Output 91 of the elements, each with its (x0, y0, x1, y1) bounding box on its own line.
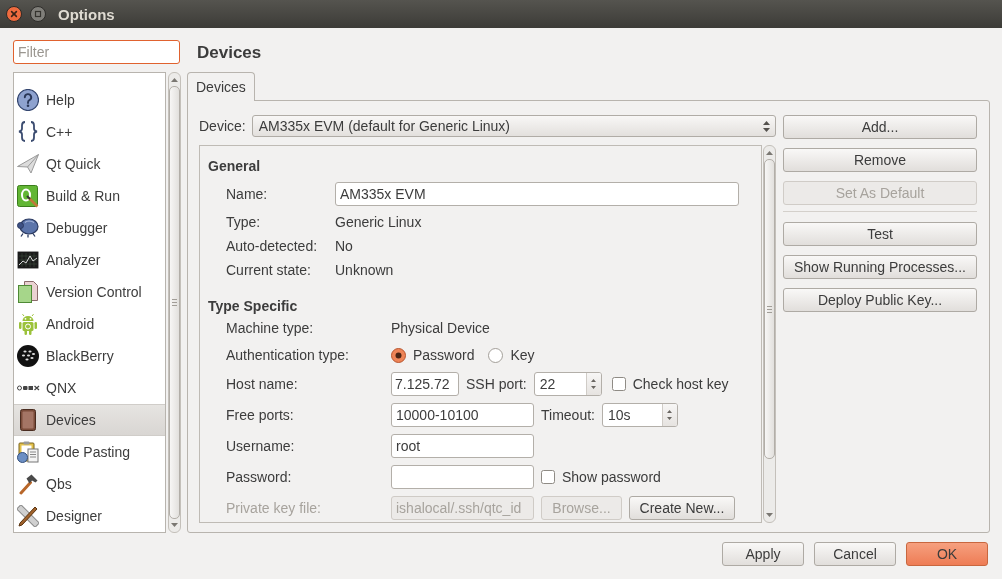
checkbox[interactable]: Check host key (611, 376, 729, 392)
scroll-up-icon[interactable] (171, 78, 178, 82)
field-label: Name: (226, 186, 269, 202)
robot-icon (19, 313, 37, 335)
monitor-chart-icon (17, 251, 39, 269)
sidebar-item[interactable]: Build & Run (14, 180, 165, 212)
field-value: Physical Device (391, 320, 490, 336)
sidebar-item[interactable]: BlackBerry (14, 340, 165, 372)
paper-plane-icon (17, 154, 39, 174)
filter-field[interactable]: Filter (13, 40, 180, 64)
sidebar-item[interactable]: Android (14, 308, 165, 340)
scrollbar[interactable] (763, 145, 776, 523)
field-value: Generic Linux (335, 214, 422, 230)
field-value: No (335, 238, 353, 254)
section-title: General (208, 157, 262, 175)
field-label: Free ports: (226, 407, 295, 423)
tile-icon (17, 184, 39, 208)
input-field[interactable] (391, 465, 534, 489)
sidebar-item[interactable]: Devices (14, 404, 165, 436)
scrollbar-thumb[interactable] (764, 159, 775, 459)
device-dropdown[interactable]: AM335x EVM (default for Generic Linux) (251, 115, 776, 137)
braces-icon (18, 121, 38, 143)
action-button[interactable]: Test (783, 222, 977, 246)
field-label: Private key file: (226, 500, 322, 516)
dots-circle-icon (17, 345, 39, 367)
dialog-button[interactable]: Apply (722, 542, 804, 566)
sidebar-item[interactable]: QNX (14, 372, 165, 404)
field-label: Machine type: (226, 320, 315, 336)
updown-arrows-icon (763, 120, 770, 132)
clipboard-icon (17, 441, 39, 463)
hammer-icon (18, 473, 38, 495)
action-button[interactable]: Add... (783, 115, 977, 139)
sidebar-item[interactable]: Version Control (14, 276, 165, 308)
scrollbar-thumb[interactable] (169, 86, 180, 519)
field-label: Type: (226, 214, 262, 230)
page-title: Devices (196, 42, 263, 64)
radio-icon[interactable] (488, 347, 504, 363)
action-button[interactable]: Show Running Processes... (783, 255, 977, 279)
radio-icon[interactable] (391, 347, 406, 363)
sidebar-item[interactable]: Qt Quick (14, 148, 165, 180)
field-label: SSH port: (466, 376, 527, 392)
documents-icon (17, 280, 39, 304)
window-title: Options (58, 5, 115, 23)
scroll-up-icon[interactable] (766, 151, 773, 155)
sidebar-item[interactable]: C++ (14, 116, 165, 148)
spin-arrows-icon[interactable] (591, 379, 597, 389)
field-value: Unknown (335, 262, 394, 278)
input-field[interactable]: 10000-10100 (391, 403, 534, 427)
scrollbar[interactable] (168, 72, 181, 533)
tab[interactable]: Devices (187, 72, 255, 101)
sidebar-item[interactable]: Designer (14, 500, 165, 532)
scroll-down-icon[interactable] (766, 513, 773, 517)
sidebar-item[interactable]: Qbs (14, 468, 165, 500)
checkbox-icon[interactable] (611, 377, 626, 391)
close-icon[interactable] (6, 6, 22, 22)
action-button[interactable]: Deploy Public Key... (783, 288, 977, 312)
tablet-icon (20, 409, 36, 431)
sidebar-item[interactable]: Help (14, 84, 165, 116)
help-icon (17, 89, 39, 111)
input-field[interactable]: 7.125.72 (391, 372, 459, 396)
spin-box[interactable]: 22 (533, 372, 602, 396)
field-label: Username: (226, 438, 296, 454)
field-label: Timeout: (541, 407, 595, 423)
checkbox-icon[interactable] (541, 470, 555, 484)
spin-box[interactable]: 10s (601, 403, 678, 427)
ruler-brush-icon (17, 505, 39, 527)
sidebar-item[interactable]: Code Pasting (14, 436, 165, 468)
dialog-button[interactable]: OK (906, 542, 988, 566)
sidebar-item[interactable]: Analyzer (14, 244, 165, 276)
grip-icon (172, 299, 177, 306)
radio-button[interactable]: Key (488, 347, 535, 363)
sidebar-item[interactable]: Debugger (14, 212, 165, 244)
field-label: Host name: (226, 376, 299, 392)
checkbox[interactable]: Show password (541, 469, 661, 485)
input-field[interactable]: AM335x EVM (335, 182, 739, 206)
field-label: Auto-detected: (226, 238, 319, 254)
spin-arrows-icon[interactable] (667, 410, 673, 420)
grip-icon (767, 305, 772, 313)
action-button[interactable]: Remove (783, 148, 977, 172)
scroll-down-icon[interactable] (171, 523, 178, 527)
wordmark-icon (16, 385, 40, 391)
dialog-button[interactable]: Cancel (814, 542, 896, 566)
bug-icon (17, 218, 39, 238)
input-field[interactable]: root (391, 434, 534, 458)
section-title: Type Specific (208, 297, 299, 315)
field-label: Current state: (226, 262, 312, 278)
radio-button[interactable]: Password (391, 347, 475, 363)
field-label: Device: (199, 118, 246, 134)
field-label: Password: (226, 469, 293, 485)
field-label: Authentication type: (226, 347, 350, 363)
maximize-icon[interactable] (30, 6, 46, 22)
